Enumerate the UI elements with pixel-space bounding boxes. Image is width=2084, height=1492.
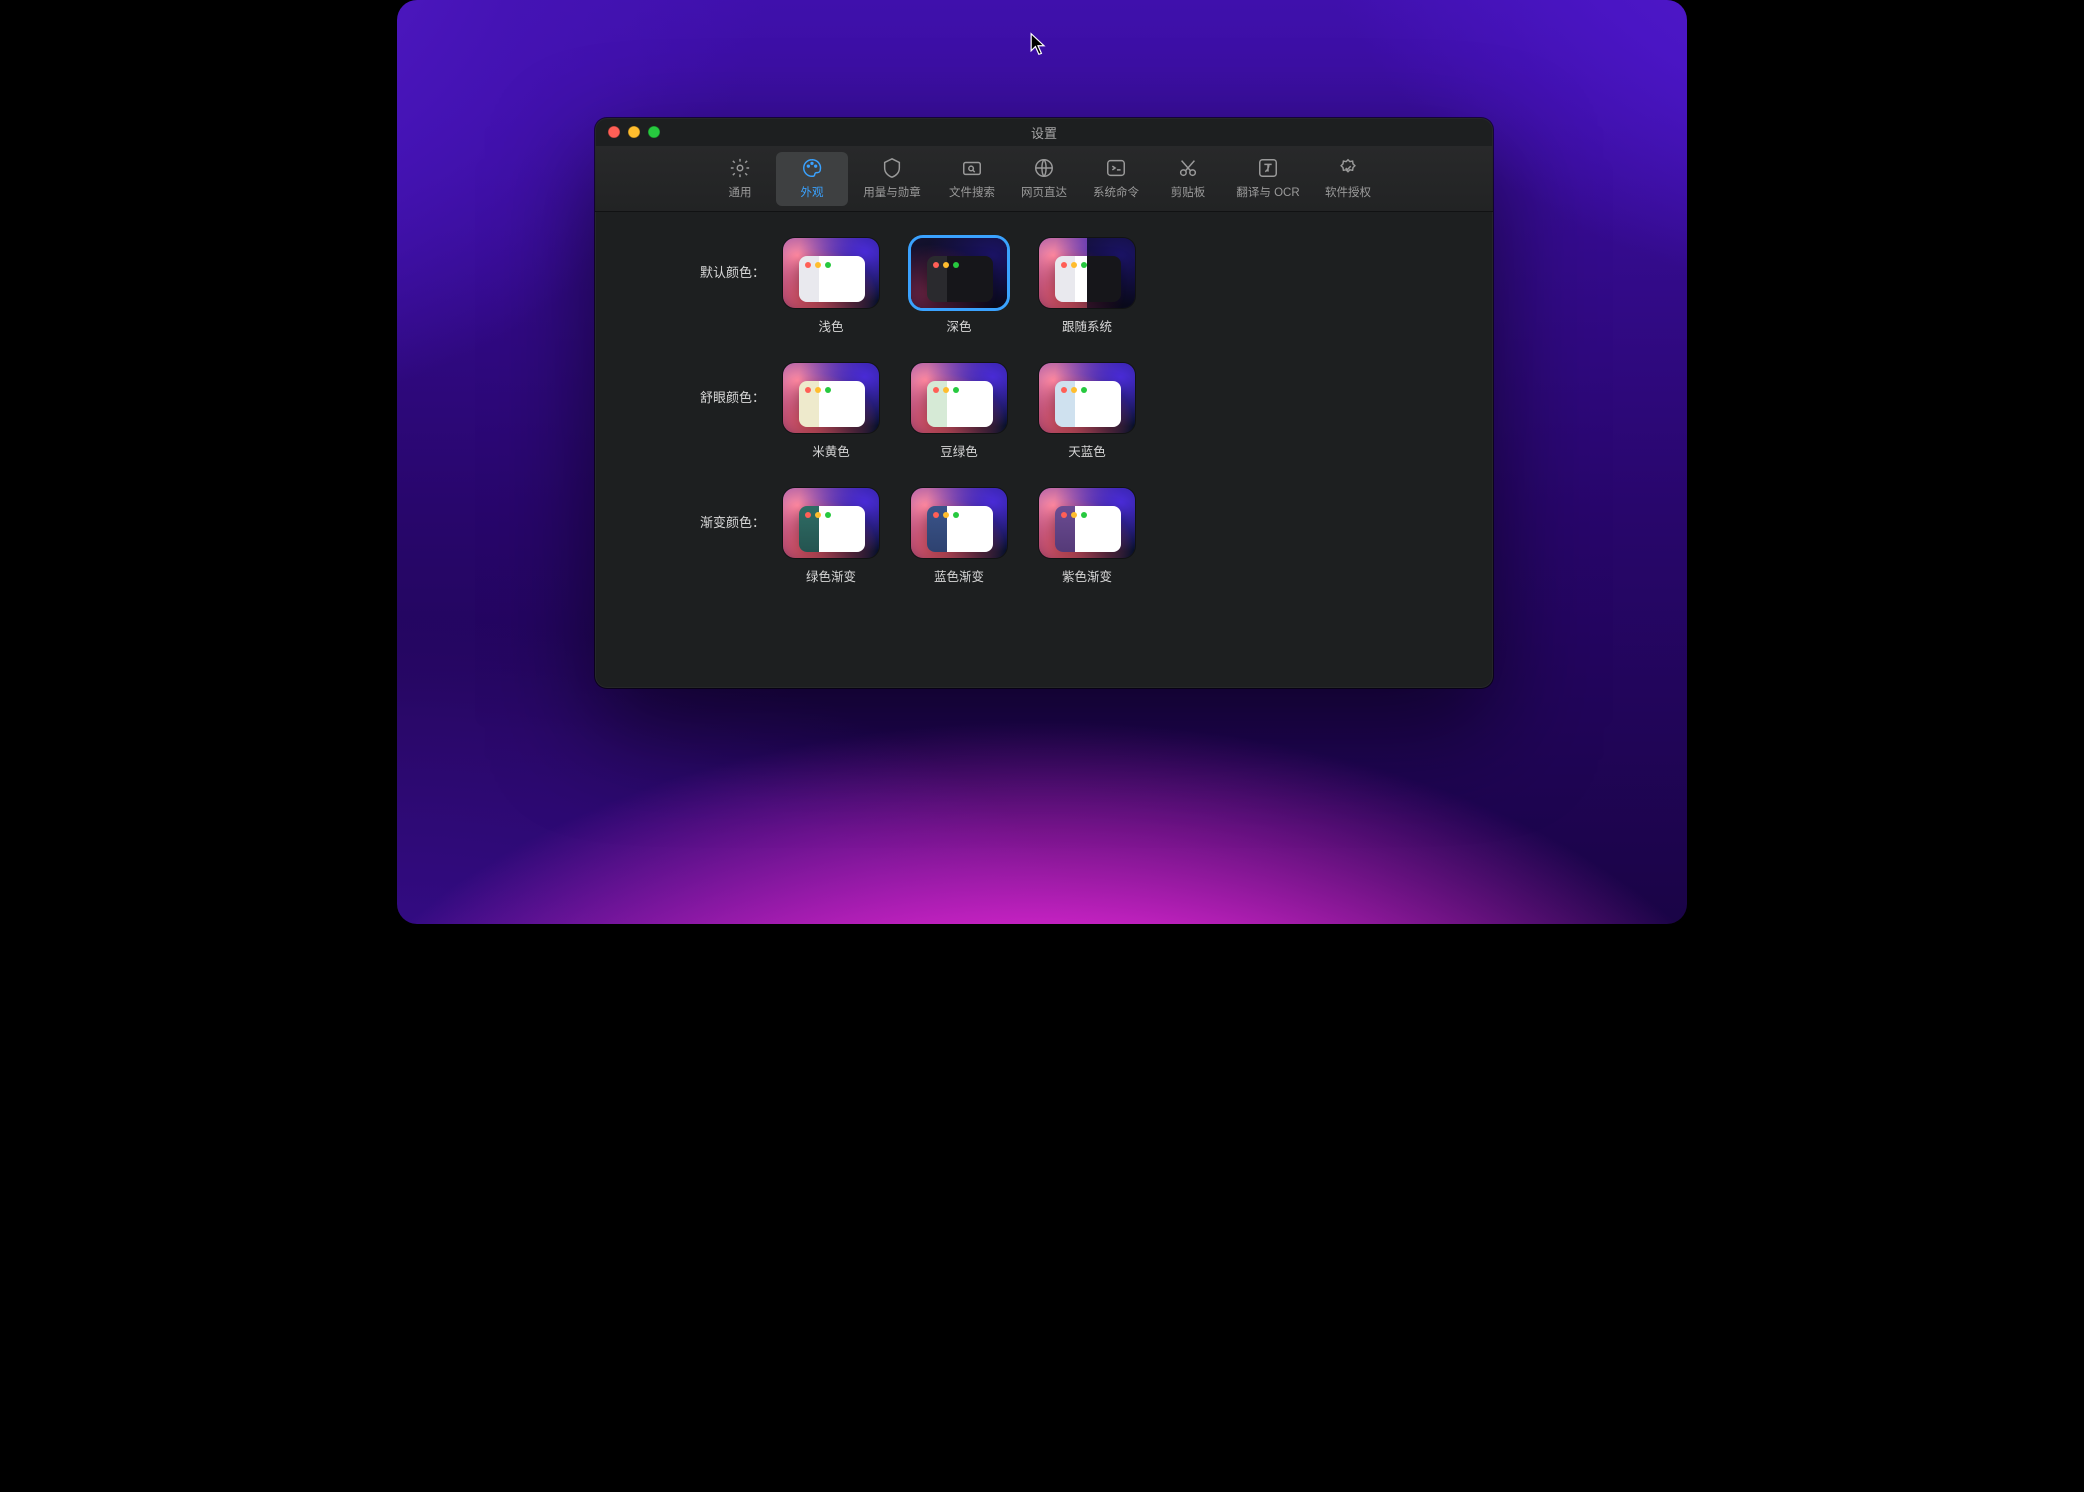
theme-thumb-beangreen bbox=[911, 363, 1007, 433]
globe-icon bbox=[1033, 157, 1055, 179]
theme-option-beige[interactable]: 米黄色 bbox=[783, 363, 879, 460]
theme-option-light[interactable]: 浅色 bbox=[783, 238, 879, 335]
theme-label: 绿色渐变 bbox=[806, 566, 856, 585]
theme-label: 紫色渐变 bbox=[1062, 566, 1112, 585]
close-button[interactable] bbox=[608, 126, 620, 138]
theme-option-auto[interactable]: 跟随系统 bbox=[1039, 238, 1135, 335]
tab-webopen[interactable]: 网页直达 bbox=[1008, 152, 1080, 206]
theme-thumb-green-grad bbox=[783, 488, 879, 558]
cursor-icon bbox=[1029, 32, 1047, 56]
tab-clipboard[interactable]: 剪贴板 bbox=[1152, 152, 1224, 206]
scissors-icon bbox=[1177, 157, 1199, 179]
tab-label: 文件搜索 bbox=[949, 184, 995, 200]
theme-option-purple-grad[interactable]: 紫色渐变 bbox=[1039, 488, 1135, 585]
tab-license[interactable]: 软件授权 bbox=[1312, 152, 1384, 206]
theme-label: 跟随系统 bbox=[1062, 316, 1112, 335]
badge-icon bbox=[881, 157, 903, 179]
theme-thumb-skyblue bbox=[1039, 363, 1135, 433]
translate-icon bbox=[1257, 157, 1279, 179]
appearance-pane: 默认颜色： 浅色 bbox=[595, 212, 1493, 633]
theme-thumb-dark bbox=[911, 238, 1007, 308]
settings-window: 设置 通用 外观 bbox=[595, 118, 1493, 688]
tab-label: 剪贴板 bbox=[1171, 184, 1206, 200]
theme-label: 豆绿色 bbox=[940, 441, 978, 460]
theme-label: 蓝色渐变 bbox=[934, 566, 984, 585]
tab-label: 系统命令 bbox=[1093, 184, 1139, 200]
window-controls bbox=[608, 126, 660, 138]
theme-thumb-purple-grad bbox=[1039, 488, 1135, 558]
theme-thumb-beige bbox=[783, 363, 879, 433]
gear-icon bbox=[729, 157, 751, 179]
tab-label: 网页直达 bbox=[1021, 184, 1067, 200]
row-default-colors: 默认颜色： 浅色 bbox=[633, 238, 1455, 335]
row-gradient-colors: 渐变颜色： 绿色渐变 bbox=[633, 488, 1455, 585]
row-label: 渐变颜色： bbox=[633, 488, 783, 531]
titlebar: 设置 bbox=[595, 118, 1493, 146]
window-title: 设置 bbox=[1031, 123, 1057, 142]
tab-label: 翻译与 OCR bbox=[1236, 184, 1299, 200]
theme-label: 天蓝色 bbox=[1068, 441, 1106, 460]
rosette-icon bbox=[1337, 157, 1359, 179]
theme-label: 浅色 bbox=[818, 316, 843, 335]
tab-label: 软件授权 bbox=[1325, 184, 1371, 200]
tab-label: 用量与勋章 bbox=[863, 184, 921, 200]
tab-shell[interactable]: 系统命令 bbox=[1080, 152, 1152, 206]
theme-thumb-light bbox=[783, 238, 879, 308]
palette-icon bbox=[801, 157, 823, 179]
toolbar: 通用 外观 用量与勋章 bbox=[595, 146, 1493, 212]
tab-label: 通用 bbox=[729, 184, 752, 200]
tab-appearance[interactable]: 外观 bbox=[776, 152, 848, 206]
theme-label: 深色 bbox=[946, 316, 971, 335]
theme-option-skyblue[interactable]: 天蓝色 bbox=[1039, 363, 1135, 460]
row-comfort-colors: 舒眼颜色： 米黄色 bbox=[633, 363, 1455, 460]
tab-label: 外观 bbox=[801, 184, 824, 200]
theme-option-blue-grad[interactable]: 蓝色渐变 bbox=[911, 488, 1007, 585]
tab-general[interactable]: 通用 bbox=[704, 152, 776, 206]
theme-thumb-blue-grad bbox=[911, 488, 1007, 558]
theme-option-beangreen[interactable]: 豆绿色 bbox=[911, 363, 1007, 460]
folder-search-icon bbox=[961, 157, 983, 179]
row-label: 舒眼颜色： bbox=[633, 363, 783, 406]
theme-label: 米黄色 bbox=[812, 441, 850, 460]
theme-option-green-grad[interactable]: 绿色渐变 bbox=[783, 488, 879, 585]
terminal-icon bbox=[1105, 157, 1127, 179]
zoom-button[interactable] bbox=[648, 126, 660, 138]
theme-option-dark[interactable]: 深色 bbox=[911, 238, 1007, 335]
minimize-button[interactable] bbox=[628, 126, 640, 138]
tab-ocr[interactable]: 翻译与 OCR bbox=[1224, 152, 1312, 206]
tab-usage[interactable]: 用量与勋章 bbox=[848, 152, 936, 206]
tab-filesearch[interactable]: 文件搜索 bbox=[936, 152, 1008, 206]
desktop-wallpaper: 设置 通用 外观 bbox=[397, 0, 1687, 924]
row-label: 默认颜色： bbox=[633, 238, 783, 281]
theme-thumb-auto bbox=[1039, 238, 1135, 308]
